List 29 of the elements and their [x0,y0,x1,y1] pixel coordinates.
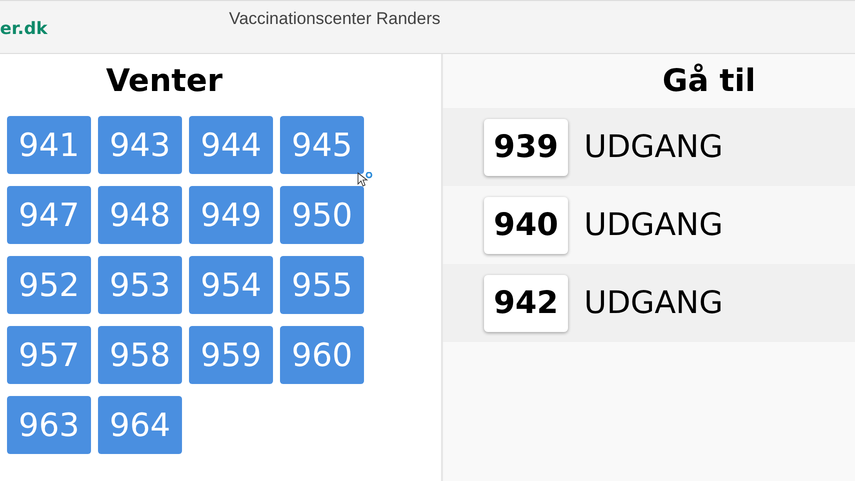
destination-label: UDGANG [584,285,724,321]
queue-number: 948 [98,186,182,244]
queue-number: 954 [189,256,273,314]
logo-text: er.dk [0,18,48,39]
section-heading: Gå til [661,62,757,101]
queue-number: 957 [7,326,91,384]
queue-number: 950 [280,186,364,244]
queue-number: 944 [189,116,273,174]
section-heading: Venter [105,62,224,101]
page-title: Vaccinationscenter Randers [229,9,440,29]
queue-number: 945 [280,116,364,174]
cursor-icon [357,172,373,188]
queue-number: 953 [98,256,182,314]
queue-number: 941 [7,116,91,174]
queue-number: 958 [98,326,182,384]
queue-number: 943 [98,116,182,174]
called-number: 939 [484,118,568,176]
queue-number: 964 [98,396,182,454]
queue-number: 963 [7,396,91,454]
called-number: 940 [484,196,568,254]
destination-label: UDGANG [584,129,724,165]
destination-label: UDGANG [584,207,724,243]
queue-number: 959 [189,326,273,384]
queue-number: 960 [280,326,364,384]
queue-number: 947 [7,186,91,244]
queue-number: 952 [7,256,91,314]
called-number: 942 [484,274,568,332]
queue-number: 955 [280,256,364,314]
queue-number: 949 [189,186,273,244]
